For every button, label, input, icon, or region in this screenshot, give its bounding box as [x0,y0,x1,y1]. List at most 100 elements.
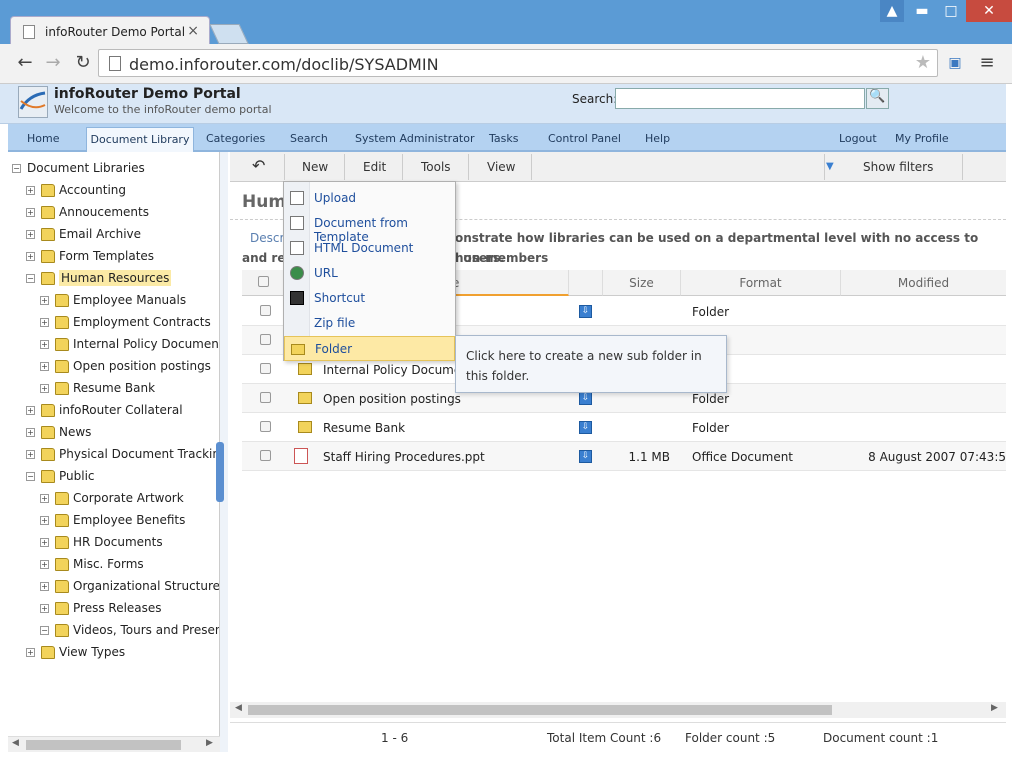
tree-item-corporate-artwork[interactable]: + Corporate Artwork [40,491,184,511]
panel-splitter[interactable] [216,152,228,752]
tree-item-physical-document-tracking[interactable]: + Physical Document Tracking [26,447,219,467]
expand-icon[interactable]: + [40,560,49,569]
tree-item-news[interactable]: + News [26,425,91,445]
cast-icon[interactable]: ▣ [944,52,966,74]
header-format[interactable]: Format [681,270,841,296]
menu-logout[interactable]: Logout [839,132,877,145]
forward-arrow-icon[interactable]: → [42,52,64,74]
edit-menu-button[interactable]: Edit [363,160,386,174]
tree-item-open-position-postings[interactable]: + Open position postings [40,359,211,379]
tree-item-annoucements[interactable]: + Annoucements [26,205,149,225]
menu-item-document-from-template[interactable]: Document from Template [284,211,455,244]
scroll-right-icon[interactable]: ▶ [206,738,213,748]
header-select-all[interactable] [242,270,286,296]
table-row[interactable]: Staff Hiring Procedures.ppt ⇩ 1.1 MB Off… [242,442,1006,471]
expand-icon[interactable]: + [26,428,35,437]
row-checkbox[interactable] [260,450,271,461]
menu-categories[interactable]: Categories [206,132,265,145]
menu-icon[interactable]: ≡ [976,52,998,74]
tree-item-view-types[interactable]: + View Types [26,645,125,665]
expand-icon[interactable]: + [26,450,35,459]
row-checkbox[interactable] [260,363,271,374]
expand-icon[interactable]: + [26,252,35,261]
user-icon[interactable]: ▲ [880,0,904,22]
tree-item-hr-documents[interactable]: + HR Documents [40,535,163,555]
menu-item-folder[interactable]: Folder [284,336,455,361]
menu-system-administrator[interactable]: System Administrator [355,132,475,145]
tree-item-inforouter-collateral[interactable]: + infoRouter Collateral [26,403,183,423]
maximize-button[interactable]: □ [937,0,965,22]
row-name[interactable]: Open position postings [323,392,461,406]
scrollbar-thumb[interactable] [26,740,181,750]
row-checkbox[interactable] [260,392,271,403]
expand-icon[interactable]: + [40,384,49,393]
expand-icon[interactable]: + [40,582,49,591]
address-bar[interactable]: demo.inforouter.com/doclib/SYSADMIN ★ [98,49,938,77]
expand-icon[interactable]: + [26,406,35,415]
reload-icon[interactable]: ↻ [72,52,94,74]
menu-tasks[interactable]: Tasks [489,132,518,145]
menu-item-url[interactable]: URL [284,261,455,286]
expand-icon[interactable]: + [40,538,49,547]
collapse-icon[interactable]: − [26,472,35,481]
tree-item-employee-benefits[interactable]: + Employee Benefits [40,513,185,533]
download-icon[interactable]: ⇩ [579,392,592,405]
menu-help[interactable]: Help [645,132,670,145]
scrollbar-thumb[interactable] [248,705,832,715]
row-checkbox[interactable] [260,305,271,316]
menu-item-zip-file[interactable]: Zip file [284,311,455,336]
tree-item-resume-bank[interactable]: + Resume Bank [40,381,155,401]
menu-my-profile[interactable]: My Profile [895,132,949,145]
expand-icon[interactable]: + [40,296,49,305]
search-icon[interactable]: 🔍 [866,88,889,109]
download-icon[interactable]: ⇩ [579,450,592,463]
header-modified[interactable]: Modified [841,270,1006,296]
row-name[interactable]: Internal Policy Document [323,363,474,377]
collapse-icon[interactable]: − [26,274,35,283]
scroll-left-icon[interactable]: ◀ [235,703,242,713]
tree-item-misc-forms[interactable]: + Misc. Forms [40,557,144,577]
chevron-down-icon[interactable]: ▼ [826,161,834,172]
back-arrow-icon[interactable]: ← [14,52,36,74]
tools-menu-button[interactable]: Tools [421,160,451,174]
browser-tab-active[interactable]: infoRouter Demo Portal × [10,16,210,44]
expand-icon[interactable]: + [40,516,49,525]
expand-icon[interactable]: + [40,494,49,503]
tree-item-videos-tours-presentations[interactable]: −Videos, Tours and Presentat [40,623,219,643]
download-icon[interactable]: ⇩ [579,421,592,434]
select-all-checkbox[interactable] [258,276,269,287]
row-checkbox[interactable] [260,334,271,345]
expand-icon[interactable]: + [26,186,35,195]
scroll-left-icon[interactable]: ◀ [12,738,19,748]
tree-item-accounting[interactable]: + Accounting [26,183,126,203]
bookmark-star-icon[interactable]: ★ [915,52,931,73]
menu-document-library[interactable]: Document Library [86,127,194,152]
back-icon[interactable]: ↶ [252,156,265,175]
tree-item-employment-contracts[interactable]: + Employment Contracts [40,315,211,335]
collapse-icon[interactable]: − [12,164,21,173]
tree-item-organizational-structure[interactable]: + Organizational Structure [40,579,219,599]
row-name[interactable]: Resume Bank [323,421,405,435]
tree-item-email-archive[interactable]: + Email Archive [26,227,141,247]
splitter-handle[interactable] [216,442,224,502]
grid-horizontal-scrollbar[interactable]: ◀ ▶ [230,702,1006,718]
row-checkbox[interactable] [260,421,271,432]
menu-item-shortcut[interactable]: Shortcut [284,286,455,311]
expand-icon[interactable]: + [26,648,35,657]
tree-item-public[interactable]: − Public [26,469,95,489]
tree-item-human-resources[interactable]: − Human Resources [26,270,172,291]
scroll-right-icon[interactable]: ▶ [991,703,998,713]
menu-control-panel[interactable]: Control Panel [548,132,621,145]
menu-search[interactable]: Search [290,132,328,145]
header-size[interactable]: Size [603,270,681,296]
tree-item-employee-manuals[interactable]: + Employee Manuals [40,293,186,313]
expand-icon[interactable]: + [40,340,49,349]
menu-home[interactable]: Home [27,132,59,145]
minimize-button[interactable]: ▬ [908,0,936,22]
download-icon[interactable]: ⇩ [579,305,592,318]
expand-icon[interactable]: + [40,604,49,613]
menu-item-upload[interactable]: Upload [284,186,455,211]
tree-item-form-templates[interactable]: + Form Templates [26,249,154,269]
menu-item-html-document[interactable]: HTML Document [284,236,455,261]
new-menu-button[interactable]: New [302,160,328,174]
